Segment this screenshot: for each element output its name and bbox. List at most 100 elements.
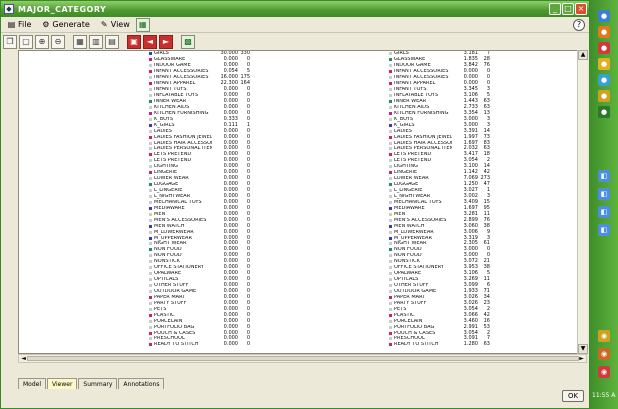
category-name: PRESCHOOL [154,336,185,342]
category-name: LADIES PERSONAL ITEMS [154,146,212,152]
menu-view[interactable]: ✎ View [100,20,130,29]
category-name: NON FOOD [154,247,182,253]
category-count: 0 [246,323,250,330]
category-name: INFANT ACCESSORIES [154,69,209,75]
ok-button[interactable]: OK [562,390,584,402]
green-tool-icon[interactable]: ▩ [181,35,195,49]
scroll-down-icon[interactable]: ▼ [578,344,588,354]
category-value: 0.000 [223,216,238,223]
menu-generate[interactable]: ⚙ Generate [41,20,89,29]
category-swatch [149,129,152,133]
tray-icon-2[interactable]: ◧ [598,188,610,200]
category-swatch [149,105,152,109]
viewer-panel[interactable]: GIRLS 30.000 330 GLASSWARE 0.000 0 INDOOR GAME… [18,50,587,354]
category-name: K_BOYS [394,116,414,122]
category-count: 14 [483,127,490,134]
category-name: NONSTICK [394,259,420,265]
red-tool-2-icon[interactable]: ◄ [143,35,157,49]
category-swatch [149,194,152,198]
tab-model[interactable]: Model [18,378,47,389]
category-value: 0.111 [223,121,238,128]
tray-icon-4[interactable]: ◧ [598,224,610,236]
file-icon: ▤ [7,20,16,29]
category-swatch [149,52,152,56]
tray-icon-5[interactable]: ◉ [598,330,610,342]
category-name: LADIES FASHION JEWELLERY [394,134,452,140]
help-icon[interactable]: ? [573,19,585,31]
tray-icon-1[interactable]: ◧ [598,170,610,182]
layout-1-icon[interactable]: ▦ [73,35,87,49]
category-swatch [149,212,152,216]
launcher-icon-7[interactable]: ● [598,106,610,118]
launcher-icon-4[interactable]: ● [598,58,610,70]
category-value: 3.006 [463,228,478,235]
category-value: 0.000 [223,311,238,318]
layout-2-icon[interactable]: ▥ [89,35,103,49]
category-swatch [149,200,152,204]
category-count: 73 [483,133,490,140]
category-count: 42 [483,311,490,318]
tray-icon-3[interactable]: ◧ [598,206,610,218]
right-category-list: GIRLS 3.181 7 GLASSWARE 1.835 28 INDOOR GAME 3.… [389,51,490,348]
red-tool-3-icon[interactable]: ► [159,35,173,49]
category-value: 1.997 [463,133,478,140]
maximize-button[interactable]: □ [562,3,574,15]
menu-view-label: View [110,20,130,29]
tab-viewer[interactable]: Viewer [47,378,78,389]
category-name: PETS [394,306,407,312]
category-swatch [389,224,392,228]
category-name: MEDIAWARE [154,205,185,211]
horizontal-scrollbar[interactable]: ◄ ► [18,354,587,363]
close-button[interactable]: × [575,3,587,15]
category-name: KITCHEN FURNISHING [394,110,449,116]
category-swatch [389,123,392,127]
window-title: MAJOR_CATEGORY [18,4,107,14]
minimize-button[interactable]: _ [549,3,561,15]
red-tool-1-icon[interactable]: ▣ [127,35,141,49]
paste-icon[interactable]: ▢ [19,35,33,49]
category-swatch [389,295,392,299]
category-name: MEN WATCH [154,223,185,229]
category-swatch [149,70,152,74]
launcher-icon-2[interactable]: ● [598,26,610,38]
menu-file[interactable]: ▤ File [7,20,32,29]
layout-3-icon[interactable]: ▤ [105,35,119,49]
category-swatch [389,141,392,145]
category-value: 0.000 [223,222,238,229]
launcher-icon-3[interactable]: ● [598,42,610,54]
tab-summary[interactable]: Summary [78,378,118,389]
category-name: MEDIAWARE [394,205,425,211]
stream-icon[interactable]: ▦ [135,17,150,32]
vertical-scrollbar[interactable]: ▲ ▼ [577,50,588,354]
category-swatch [389,289,392,293]
category-name: K_GIRLS [154,122,175,128]
launcher-icon-6[interactable]: ● [598,90,610,102]
category-name: MECHANICAL TOYS [394,199,442,205]
zoom-in-icon[interactable]: ⊕ [35,35,49,49]
category-name: MEN'S ACCESSORIES [154,217,207,223]
category-swatch [389,165,392,169]
scroll-right-icon[interactable]: ► [577,355,586,362]
tab-annotations[interactable]: Annotations [118,378,165,389]
copy-icon[interactable]: ❐ [3,35,17,49]
scroll-thumb[interactable] [27,356,579,361]
launcher-icon-1[interactable]: ● [598,10,610,22]
category-name: NON FOOD [394,253,422,259]
category-name: NONSTICK [154,259,180,265]
launcher-icon-5[interactable]: ● [598,74,610,86]
category-swatch [389,343,392,347]
category-name: MEN WATCH [394,223,425,229]
category-name: INNER WEAR [154,98,187,104]
zoom-out-icon[interactable]: ⊖ [51,35,65,49]
tray-icon-7[interactable]: ◉ [598,366,610,378]
category-name: INNER WEAR [394,98,427,104]
category-name: PLASTIC [394,312,415,318]
category-name: INFANT TOYS [154,87,187,93]
category-value: 3.391 [463,127,478,134]
scroll-up-icon[interactable]: ▲ [578,50,588,60]
category-name: INDOOR GAME [394,63,431,69]
menu-file-label: File [18,20,32,29]
tray-icon-6[interactable]: ◉ [598,348,610,360]
title-bar[interactable]: ◆ MAJOR_CATEGORY _ □ × [1,1,589,17]
category-name: OUTDOOR GAME [394,288,437,294]
